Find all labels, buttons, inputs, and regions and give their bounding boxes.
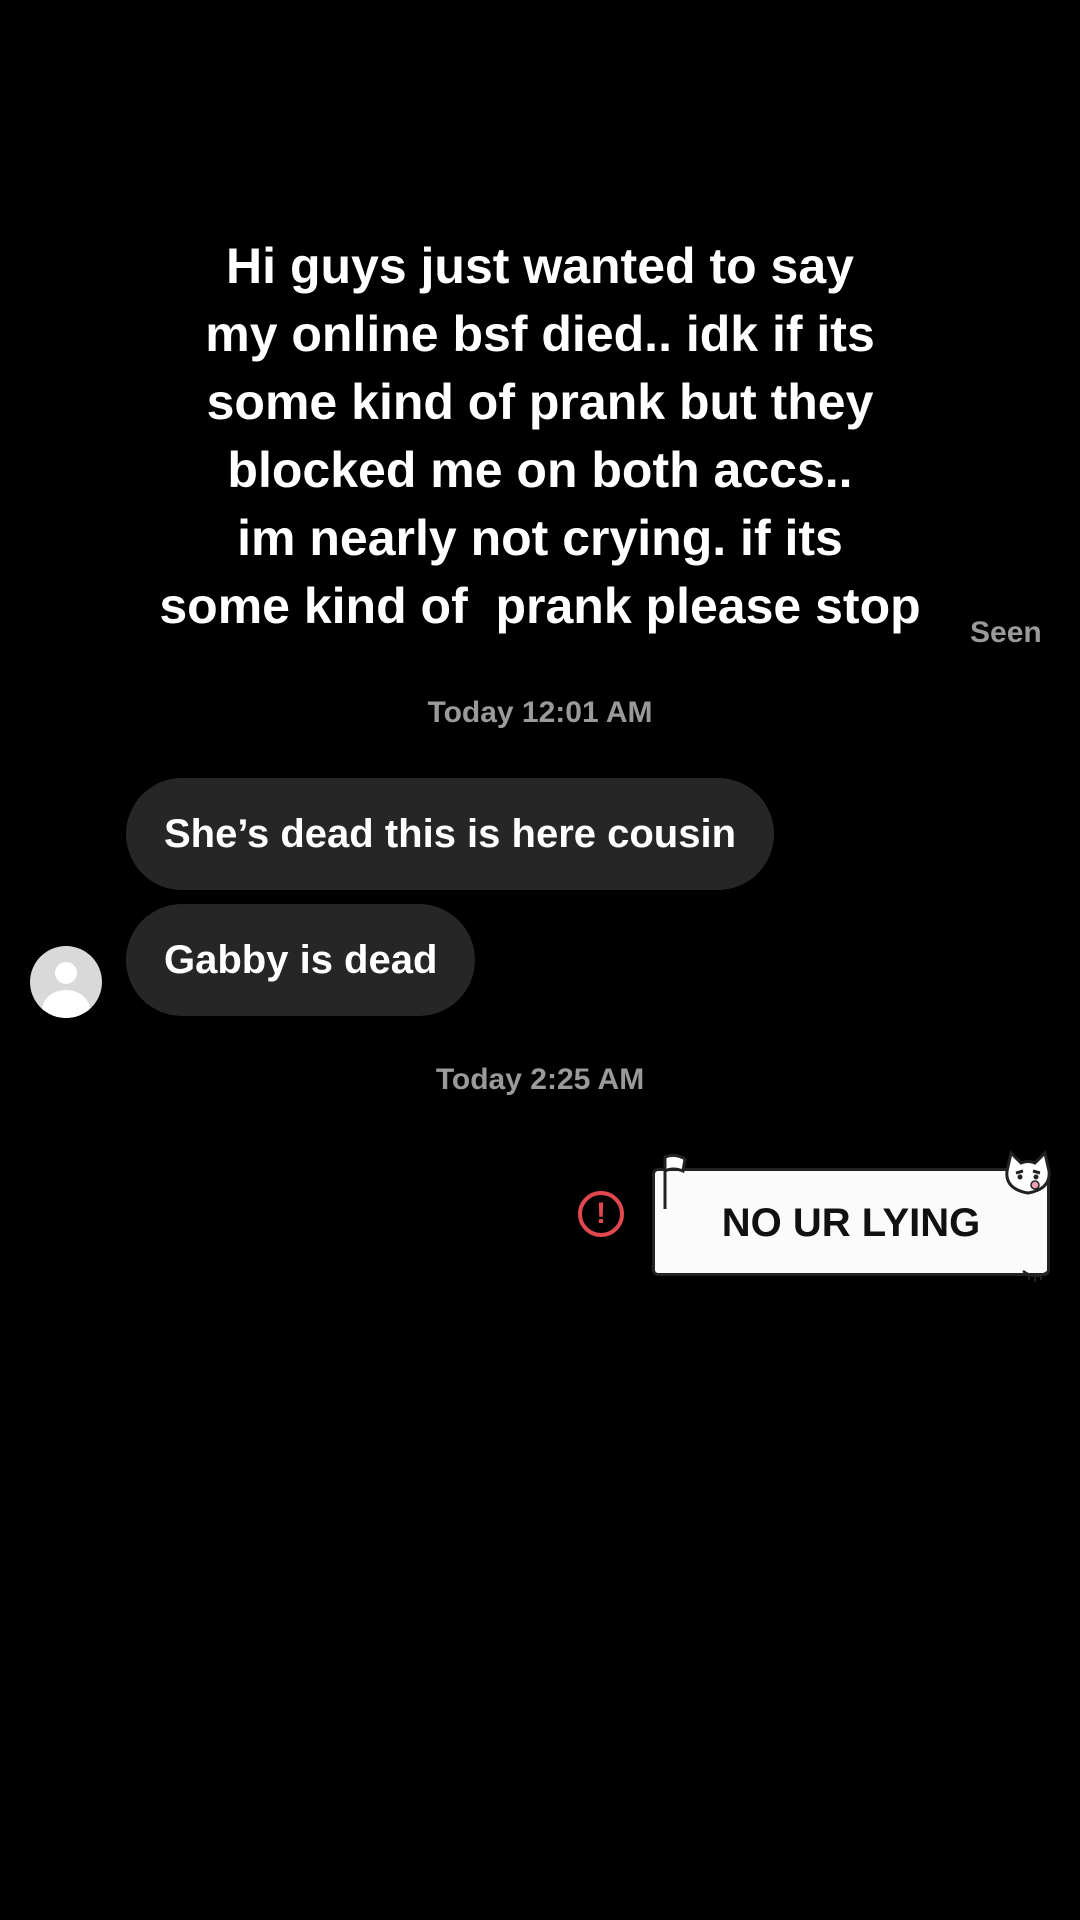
caption-line: my online bsf died.. idk if its: [205, 306, 875, 362]
caption-line: some kind of prank but they: [206, 374, 874, 430]
message-timestamp: Today 2:25 AM: [435, 1063, 645, 1096]
sent-sticker-message[interactable]: NO UR LYING: [652, 1150, 1051, 1282]
received-message-bubble[interactable]: She’s dead this is here cousin: [126, 778, 775, 890]
alert-circle-icon[interactable]: !: [578, 1191, 624, 1237]
paw-doodle-icon: [1022, 1269, 1050, 1282]
caption-line: Hi guys just wanted to say: [226, 238, 854, 294]
caption-line: blocked me on both accs..: [227, 442, 853, 498]
caption-line: some kind of prank please stop: [159, 578, 921, 634]
message-text: Gabby is dead: [164, 938, 438, 982]
message-timestamp: Today 12:01 AM: [427, 696, 653, 729]
caption-line: im nearly not crying. if its: [237, 510, 843, 566]
default-user-avatar-icon[interactable]: [30, 946, 102, 1018]
message-text: She’s dead this is here cousin: [164, 812, 737, 856]
sticker-text: NO UR LYING: [721, 1201, 981, 1245]
cat-doodle-icon: [1005, 1150, 1051, 1195]
overlay-caption: Hi guys just wanted to say my online bsf…: [100, 232, 980, 640]
received-message-bubble[interactable]: Gabby is dead: [126, 904, 476, 1016]
seen-status: Seen: [970, 616, 1042, 649]
